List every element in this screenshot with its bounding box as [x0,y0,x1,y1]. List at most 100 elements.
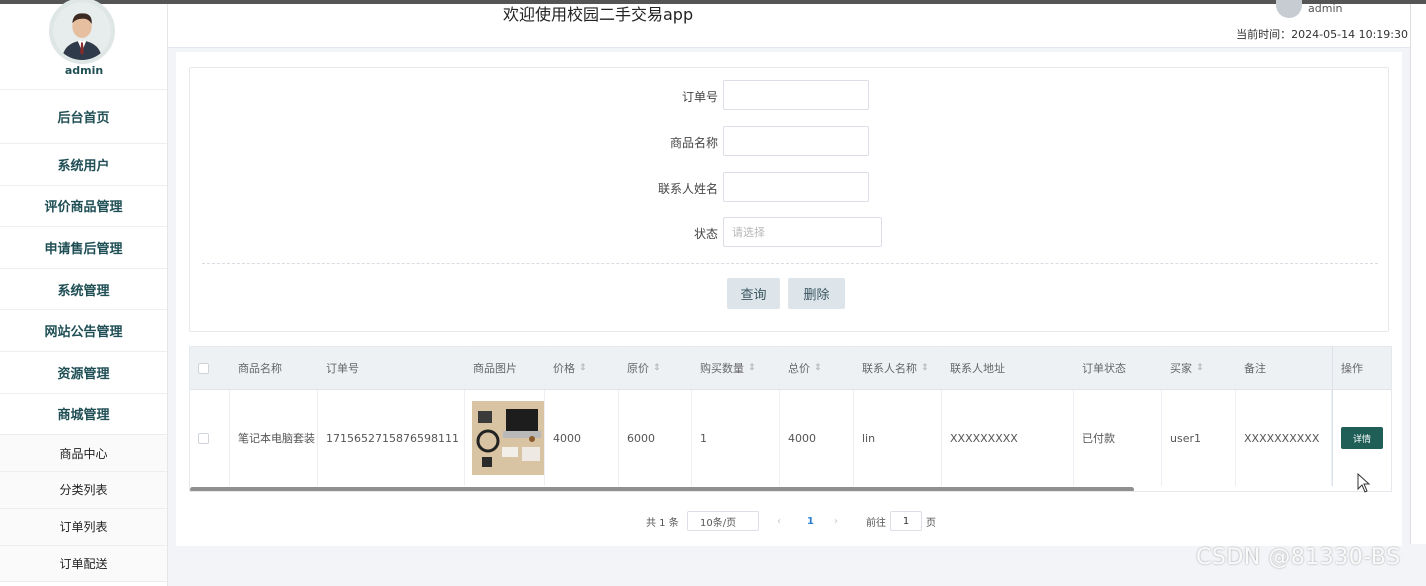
col-product-image: 商品图片 [465,347,545,389]
sidebar-item-resources[interactable]: 资源管理 [0,352,167,394]
contact-name-input[interactable] [723,172,869,202]
pagination-size-wrap: 10条/页 [687,510,759,532]
current-time-label: 当前时间： [1236,28,1292,41]
sidebar-subitem-order-list[interactable]: 订单列表 [0,508,167,546]
next-page-icon[interactable]: › [834,516,838,527]
cell-order-status: 已付款 [1074,390,1162,486]
contact-name-label: 联系人姓名 [657,182,718,196]
sort-icon[interactable]: ⇕ [1196,363,1204,373]
product-thumbnail[interactable] [472,401,544,475]
sidebar-item-announcements[interactable]: 网站公告管理 [0,310,167,352]
order-no-row: 订单号 [190,80,1390,110]
cell-actions: 详情 [1332,390,1391,486]
page-number-current[interactable]: 1 [807,516,814,527]
sidebar: admin 后台首页 系统用户 评价商品管理 申请售后管理 系统管理 网站公告管… [0,0,168,586]
user-portrait-icon [53,2,111,60]
sort-icon[interactable]: ⇕ [814,363,822,373]
current-time-value: 2024-05-14 10:19:30 [1291,28,1408,41]
sidebar-subitem-product-center[interactable]: 商品中心 [0,435,167,472]
col-order-status: 订单状态 [1074,347,1162,389]
product-name-input[interactable] [723,126,869,156]
contact-name-row: 联系人姓名 [190,172,1390,202]
prev-page-icon[interactable]: ‹ [777,516,781,527]
page-scrollbar[interactable] [1410,4,1426,544]
cell-product-name: 笔记本电脑套装 [230,390,318,486]
row-checkbox[interactable] [198,432,209,444]
prev-page-wrap: ‹ [777,510,781,532]
cell-product-image [465,390,545,486]
cell-price: 4000 [545,390,619,486]
order-no-input[interactable] [723,80,869,110]
order-no-label: 订单号 [681,90,718,104]
row-select-cell [190,390,230,486]
header-avatar[interactable] [1276,0,1302,18]
col-buyer[interactable]: 买家 ⇕ [1162,347,1236,389]
delete-button[interactable]: 删除 [788,278,845,309]
select-all-cell [190,347,230,389]
col-price[interactable]: 价格 ⇕ [545,347,619,389]
goto-label: 前往 [866,517,886,529]
sort-icon[interactable]: ⇕ [748,363,756,373]
product-name-row: 商品名称 [190,126,1390,156]
col-total[interactable]: 总价 ⇕ [780,347,854,389]
cell-order-no: 1715652715876598111 [318,390,465,486]
cell-quantity: 1 [692,390,780,486]
cell-contact-address: XXXXXXXXX [942,390,1074,486]
laptop-photo-icon [472,401,544,475]
search-form: 订单号 商品名称 联系人姓名 状态 请选择 查询 删除 [189,67,1389,332]
sort-icon[interactable]: ⇕ [579,363,587,373]
sidebar-item-review-management[interactable]: 评价商品管理 [0,186,167,228]
status-row: 状态 请选择 [190,217,1390,247]
sidebar-item-system-management[interactable]: 系统管理 [0,269,167,311]
sidebar-item-mall-management[interactable]: 商城管理 [0,394,167,436]
sidebar-item-dashboard[interactable]: 后台首页 [0,90,167,144]
select-all-checkbox[interactable] [198,362,209,374]
sidebar-menu: 后台首页 系统用户 评价商品管理 申请售后管理 系统管理 网站公告管理 资源管理… [0,90,167,583]
status-label: 状态 [693,227,718,241]
sidebar-username: admin [64,64,104,77]
col-product-name: 商品名称 [230,347,318,389]
page-title: 欢迎使用校园二手交易app [503,5,694,24]
pagination-total: 共 1 条 [646,517,679,529]
query-button[interactable]: 查询 [727,278,780,309]
sidebar-item-system-users[interactable]: 系统用户 [0,144,167,186]
main-content: 订单号 商品名称 联系人姓名 状态 请选择 查询 删除 商品名称 订单号 商品图… [176,52,1402,546]
detail-button[interactable]: 详情 [1341,427,1383,449]
col-price-label: 价格 [553,362,575,375]
sort-icon[interactable]: ⇕ [921,363,929,373]
cell-buyer: user1 [1162,390,1236,486]
col-order-no: 订单号 [318,347,465,389]
header-username[interactable]: admin [1308,2,1342,15]
current-time: 当前时间：2024-05-14 10:19:30 [1236,26,1408,42]
col-remark: 备注 [1236,347,1332,389]
col-quantity-label: 购买数量 [700,362,744,375]
col-contact-address: 联系人地址 [942,347,1074,389]
col-contact-name-label: 联系人名称 [862,362,917,375]
col-total-label: 总价 [788,362,810,375]
status-select[interactable]: 请选择 [723,217,882,247]
sort-icon[interactable]: ⇕ [653,363,661,373]
mouse-cursor-icon [1357,473,1371,493]
goto-suffix: 页 [926,517,936,529]
cell-contact-name: lin [854,390,942,486]
col-original-price[interactable]: 原价 ⇕ [619,347,692,389]
table-header: 商品名称 订单号 商品图片 价格 ⇕ 原价 ⇕ 购买数量 ⇕ 总价 ⇕ 联系人名称 ⇕ 联… [190,347,1391,390]
top-header: 欢迎使用校园二手交易app admin 当前时间：2024-05-14 10:1… [168,0,1410,48]
avatar[interactable] [49,0,115,64]
watermark: CSDN @81330-BS [1196,545,1401,570]
next-page-wrap: › [834,510,838,532]
sidebar-subitem-order-delivery[interactable]: 订单配送 [0,545,167,583]
col-contact-name[interactable]: 联系人名称 ⇕ [854,347,942,389]
table-horizontal-scrollbar[interactable] [190,487,1134,491]
product-name-label: 商品名称 [669,136,718,150]
table-row: 笔记本电脑套装 1715652715876598111 4000 6000 1 … [190,390,1391,486]
col-quantity[interactable]: 购买数量 ⇕ [692,347,780,389]
sidebar-profile: admin [0,0,167,90]
cell-original-price: 6000 [619,390,692,486]
page-number-wrap: 1 [807,510,814,532]
goto-page-input[interactable] [890,511,922,531]
cell-remark: XXXXXXXXXX [1236,390,1332,486]
page-size-select[interactable]: 10条/页 [687,511,759,531]
sidebar-item-after-sales[interactable]: 申请售后管理 [0,227,167,269]
sidebar-subitem-category-list[interactable]: 分类列表 [0,471,167,509]
